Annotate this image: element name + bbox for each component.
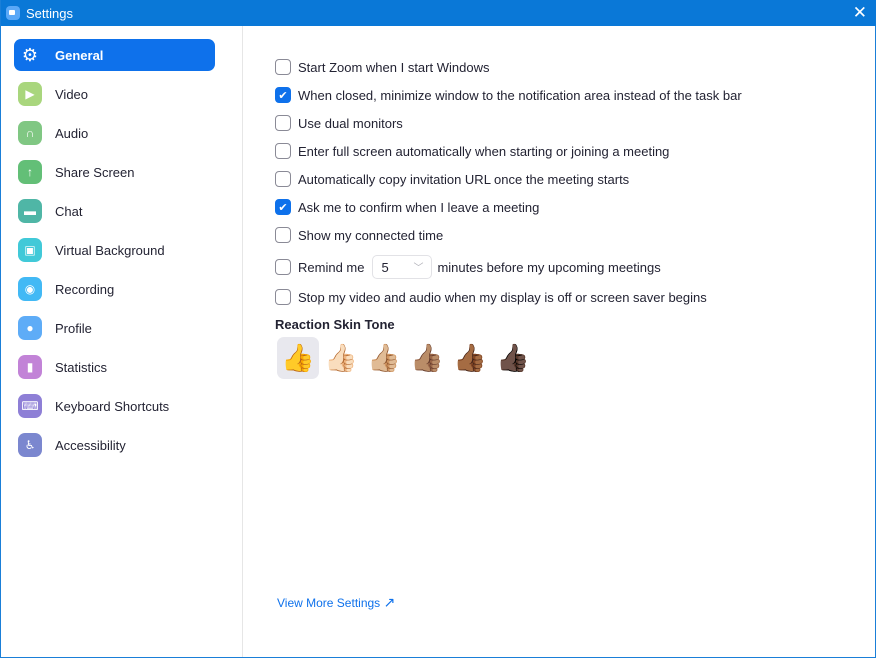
sidebar-item-label: Statistics <box>55 359 108 375</box>
sidebar: ⚙ General ▶ Video ∩ Audio ↑ Share Screen ▬ Chat ▣ V… <box>2 26 243 657</box>
option-row: ✔ Ask me to confirm when I leave a meetin… <box>275 199 539 215</box>
sidebar-item-audio[interactable]: ∩ Audio <box>14 117 215 149</box>
window-title: Settings <box>26 6 73 21</box>
reaction-skin-tone-heading: Reaction Skin Tone <box>275 317 395 332</box>
stop-video-row: Stop my video and audio when my display … <box>275 289 707 305</box>
thumbs-up-tone-1[interactable]: 👍 <box>277 337 319 379</box>
remind-minutes-select[interactable]: 5 ﹀ <box>372 255 433 279</box>
checkbox[interactable] <box>275 143 291 159</box>
view-more-settings-label[interactable]: View More Settings <box>277 596 380 610</box>
view-more-settings-link[interactable]: View More Settings ↗ <box>277 594 395 611</box>
option-label: Use dual monitors <box>298 115 403 131</box>
chat-icon: ▬ <box>18 199 42 223</box>
sidebar-item-label: Video <box>55 86 89 102</box>
sidebar-item-label: Keyboard Shortcuts <box>55 398 170 414</box>
sidebar-item-general[interactable]: ⚙ General <box>14 39 215 71</box>
checkbox[interactable] <box>275 227 291 243</box>
external-link-icon: ↗ <box>383 594 396 610</box>
chevron-down-icon: ﹀ <box>413 263 424 274</box>
checkbox[interactable] <box>275 289 291 305</box>
title-bar: Settings ✕ <box>1 0 876 26</box>
remind-suffix: minutes before my upcoming meetings <box>437 259 661 275</box>
option-label: Enter full screen automatically when sta… <box>298 143 670 159</box>
recording-icon: ◉ <box>18 277 42 301</box>
keyboard-icon: ⌨ <box>18 394 42 418</box>
accessibility-icon: ♿ <box>18 433 42 457</box>
checkbox[interactable] <box>275 171 291 187</box>
option-label: Stop my video and audio when my display … <box>298 289 707 305</box>
sidebar-item-label: Profile <box>55 320 92 336</box>
thumbs-up-tone-4[interactable]: 👍🏽 <box>406 337 448 379</box>
general-settings-panel: Reaction Skin Tone 👍 👍🏻 👍🏼 👍🏽 👍🏾 👍🏿 View More… <box>243 26 876 657</box>
checkbox[interactable] <box>275 59 291 75</box>
sidebar-item-share-screen[interactable]: ↑ Share Screen <box>14 156 215 188</box>
zoom-app-icon <box>6 6 20 20</box>
checkbox[interactable]: ✔ <box>275 87 291 103</box>
checkbox[interactable] <box>275 115 291 131</box>
option-label: When closed, minimize window to the noti… <box>298 87 742 103</box>
skin-tone-picker: 👍 👍🏻 👍🏼 👍🏽 👍🏾 👍🏿 <box>277 337 535 379</box>
sidebar-item-accessibility[interactable]: ♿ Accessibility <box>14 429 215 461</box>
sidebar-item-profile[interactable]: ● Profile <box>14 312 215 344</box>
option-label: Ask me to confirm when I leave a meeting <box>298 199 540 215</box>
sidebar-item-recording[interactable]: ◉ Recording <box>14 273 215 305</box>
option-row: Enter full screen automatically when sta… <box>275 143 669 159</box>
sidebar-item-statistics[interactable]: ▮ Statistics <box>14 351 215 383</box>
settings-window: Settings ✕ ⚙ General ▶ Video ∩ Audio ↑ Share Sc… <box>0 0 876 658</box>
sidebar-item-label: Virtual Background <box>55 242 165 258</box>
sidebar-item-keyboard-shortcuts[interactable]: ⌨ Keyboard Shortcuts <box>14 390 215 422</box>
thumbs-up-tone-5[interactable]: 👍🏾 <box>449 337 491 379</box>
option-label: Automatically copy invitation URL once t… <box>298 171 630 187</box>
gear-icon: ⚙ <box>21 44 39 65</box>
video-camera-icon: ▶ <box>18 82 42 106</box>
option-row: Show my connected time <box>275 227 443 243</box>
option-row: Start Zoom when I start Windows <box>275 59 489 75</box>
thumbs-up-tone-6[interactable]: 👍🏿 <box>492 337 534 379</box>
sidebar-item-label: Accessibility <box>55 437 126 453</box>
sidebar-item-label: Recording <box>55 281 115 297</box>
sidebar-item-label: General <box>55 47 104 63</box>
sidebar-item-chat[interactable]: ▬ Chat <box>14 195 215 227</box>
headphones-icon: ∩ <box>18 121 42 145</box>
option-label: Start Zoom when I start Windows <box>298 59 490 75</box>
statistics-icon: ▮ <box>18 355 42 379</box>
close-icon[interactable]: ✕ <box>853 3 867 23</box>
checkbox[interactable]: ✔ <box>275 199 291 215</box>
virtual-background-icon: ▣ <box>18 238 42 262</box>
remind-label: Remind me <box>298 259 365 275</box>
sidebar-item-label: Share Screen <box>55 164 135 180</box>
remind-row: Remind me 5 ﹀ minutes before my upcoming me… <box>275 255 661 279</box>
remind-minutes-value: 5 <box>381 259 389 275</box>
checkbox[interactable] <box>275 259 291 275</box>
sidebar-item-virtual-background[interactable]: ▣ Virtual Background <box>14 234 215 266</box>
sidebar-item-video[interactable]: ▶ Video <box>14 78 215 110</box>
profile-icon: ● <box>18 316 42 340</box>
option-row: Automatically copy invitation URL once t… <box>275 171 629 187</box>
option-row: Use dual monitors <box>275 115 403 131</box>
sidebar-item-label: Chat <box>55 203 83 219</box>
share-screen-icon: ↑ <box>18 160 42 184</box>
sidebar-item-label: Audio <box>55 125 89 141</box>
option-label: Show my connected time <box>298 227 444 243</box>
option-row: ✔ When closed, minimize window to the not… <box>275 87 742 103</box>
thumbs-up-tone-2[interactable]: 👍🏻 <box>320 337 362 379</box>
thumbs-up-tone-3[interactable]: 👍🏼 <box>363 337 405 379</box>
